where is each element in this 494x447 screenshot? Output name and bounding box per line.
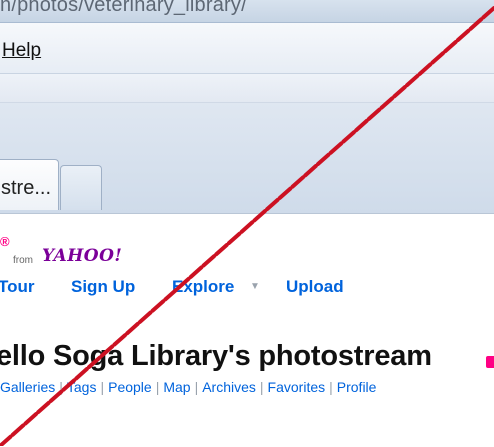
separator: | [100,379,105,395]
yahoo-logo[interactable]: YAHOO! [42,246,122,266]
subnav-archives[interactable]: Archives [202,379,256,395]
logo-from-text: from [13,255,33,266]
separator: | [155,379,160,395]
page-title: ello Soga Library's photostream [0,340,432,372]
nav-explore[interactable]: Explore [172,277,234,297]
explore-dropdown-icon[interactable]: ▼ [250,281,260,292]
subnav-galleries[interactable]: Galleries [0,379,55,395]
subnav-profile[interactable]: Profile [337,379,377,395]
separator: | [329,379,333,395]
pink-badge-icon [486,356,494,368]
separator: | [259,379,264,395]
separator: | [194,379,199,395]
subnav-favorites[interactable]: Favorites [268,379,326,395]
menu-bar: Help [0,23,494,74]
subnav-tags[interactable]: Tags [67,379,97,395]
nav-upload[interactable]: Upload [286,277,344,297]
tab-photostream[interactable]: stre... [0,159,59,210]
subnav-people[interactable]: People [108,379,152,395]
separator: | [59,379,63,395]
page-content: ® from YAHOO! Tour Sign Up Explore ▼ Upl… [0,213,494,447]
subnav-map[interactable]: Map [163,379,190,395]
address-bar[interactable]: n/photos/veterinary_library/ [0,0,494,23]
menu-help-label: Help [2,40,42,61]
command-toolbar [0,74,494,103]
nav-tour[interactable]: Tour [0,277,35,297]
address-text[interactable]: n/photos/veterinary_library/ [0,0,247,17]
menu-help[interactable]: Help [2,40,41,62]
tab-label: stre... [1,177,52,199]
flickr-logo-mark: ® [0,234,10,249]
photostream-subnav: Galleries | Tags | People | Map | Archives | Favor… [0,379,376,395]
new-tab-button[interactable] [60,165,102,210]
nav-sign-up[interactable]: Sign Up [71,277,135,297]
tab-strip: stre... [0,103,494,213]
